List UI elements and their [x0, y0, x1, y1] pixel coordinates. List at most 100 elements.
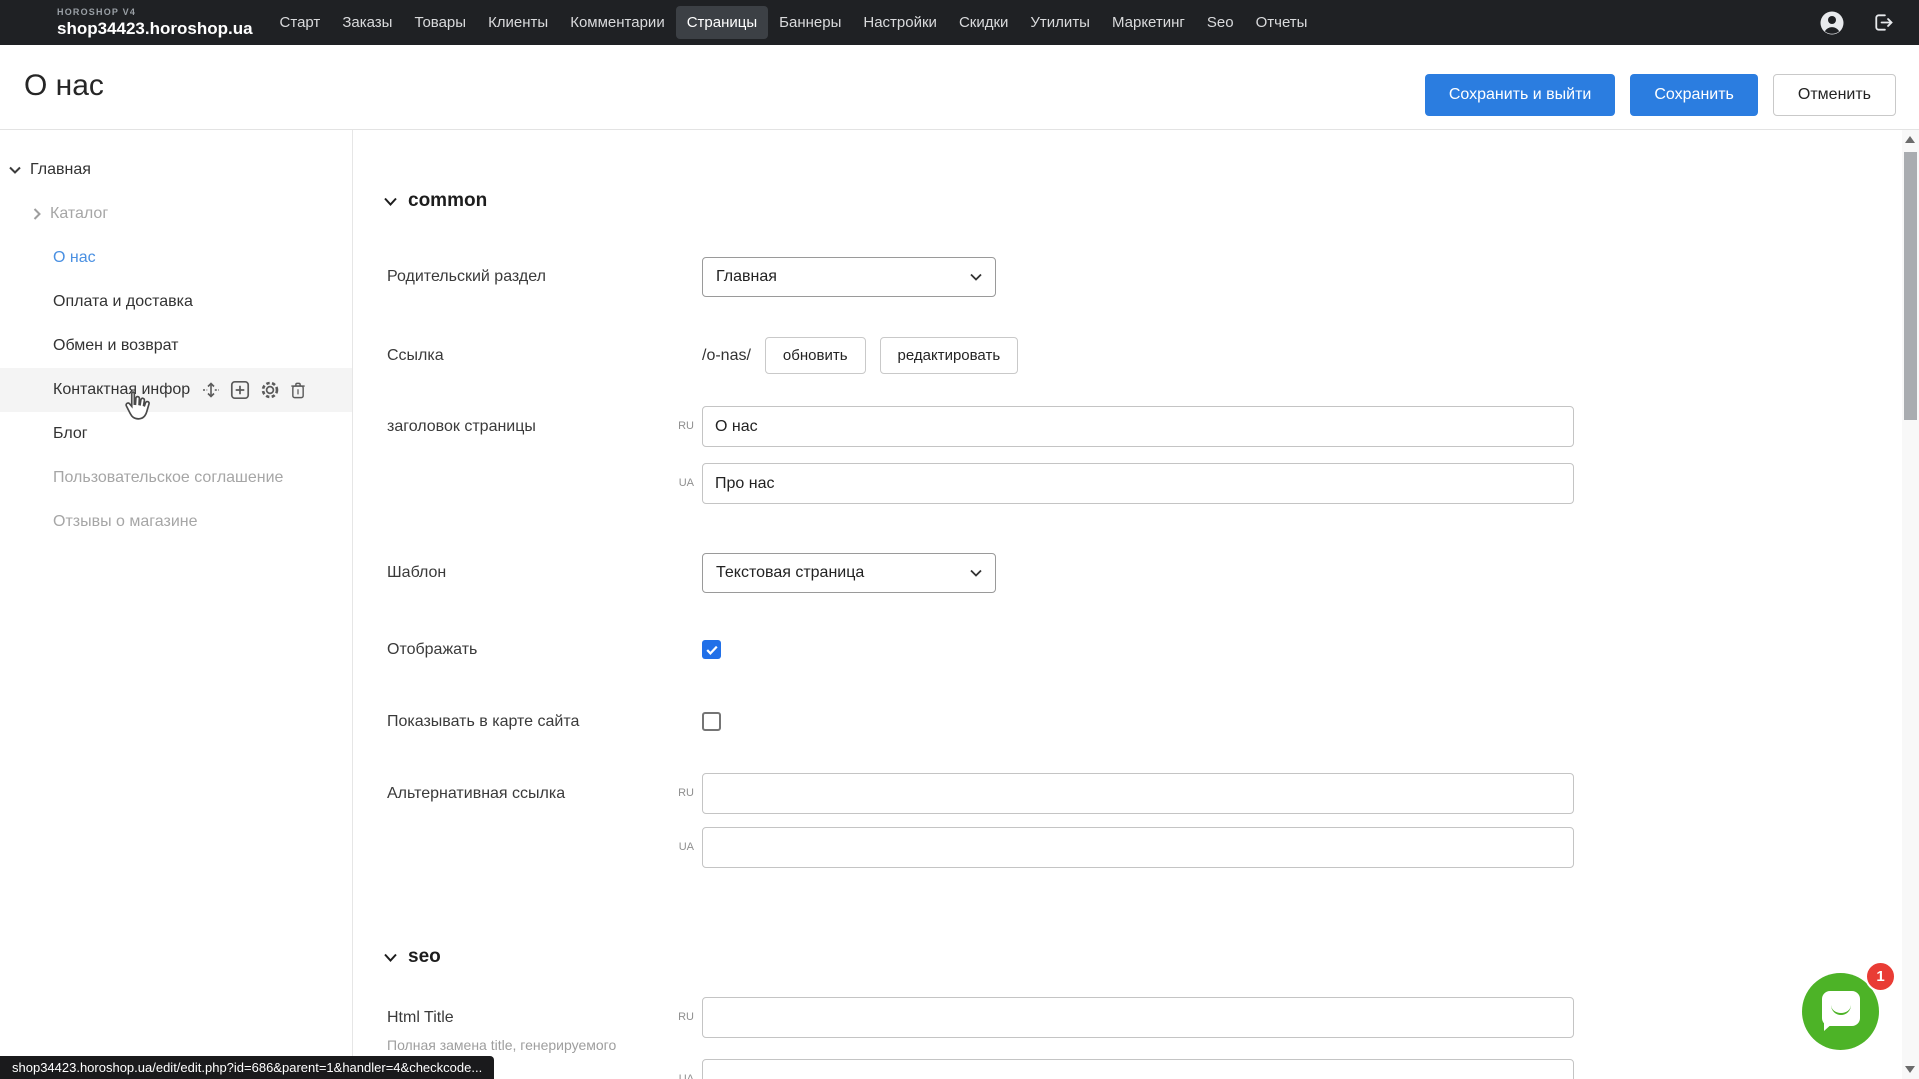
tree-item-label: Каталог [50, 205, 108, 223]
logo-version-text: HOROSHOP V4 [57, 8, 253, 17]
template-value: Текстовая страница [716, 564, 864, 582]
sitemap-label: Показывать в карте сайта [387, 707, 579, 737]
scroll-down-arrow[interactable] [1905, 1066, 1915, 1073]
nav-item-settings[interactable]: Настройки [852, 6, 948, 39]
tree-item-label: Главная [30, 161, 91, 179]
template-label: Шаблон [387, 553, 446, 593]
chat-smile-icon [1831, 1003, 1851, 1015]
chat-bubble-icon [1822, 991, 1860, 1026]
alt-link-ru-input[interactable] [702, 773, 1574, 814]
link-controls: /o-nas/ обновить редактировать [702, 337, 1018, 374]
chevron-down-icon[interactable] [9, 166, 21, 174]
link-label: Ссылка [387, 337, 444, 374]
tree-item-blog[interactable]: Блог [0, 412, 352, 456]
chevron-down-icon [970, 569, 982, 577]
status-url-tooltip: shop34423.horoshop.ua/edit/edit.php?id=6… [0, 1056, 494, 1079]
move-icon[interactable] [202, 381, 220, 399]
link-path-value: /o-nas/ [702, 347, 751, 365]
save-and-exit-button[interactable]: Сохранить и выйти [1425, 74, 1616, 116]
settings-icon[interactable] [260, 380, 280, 400]
nav-item-marketing[interactable]: Маркетинг [1101, 6, 1196, 39]
page-header: О нас Сохранить и выйти Сохранить Отмени… [0, 45, 1919, 130]
tree-item-exchange-return[interactable]: Обмен и возврат [0, 324, 352, 368]
html-title-hint: Полная замена title, генерируемого [387, 1035, 616, 1055]
scrollbar-thumb[interactable] [1904, 152, 1917, 420]
tree-item-contact-info[interactable]: Контактная инфор [0, 368, 352, 412]
tree-item-label: Оплата и доставка [53, 293, 193, 311]
site-logo[interactable]: HOROSHOP V4 shop34423.horoshop.ua [57, 8, 253, 37]
parent-section-label: Родительский раздел [387, 257, 546, 297]
tree-item-store-reviews[interactable]: Отзывы о магазине [0, 500, 352, 544]
page-edit-form: common Родительский раздел Главная Ссылк… [354, 130, 1902, 1079]
add-icon[interactable] [230, 380, 250, 400]
tree-item-hover-actions [202, 380, 306, 400]
scroll-up-arrow[interactable] [1905, 136, 1915, 143]
display-label: Отображать [387, 635, 477, 665]
alt-link-label: Альтернативная ссылка [387, 773, 565, 814]
header-buttons: Сохранить и выйти Сохранить Отменить [1425, 74, 1896, 116]
lang-badge-ua: UA [670, 827, 694, 868]
parent-section-select[interactable]: Главная [702, 257, 996, 297]
nav-item-seo[interactable]: Seo [1196, 6, 1245, 39]
tree-item-label: Блог [53, 425, 88, 443]
pages-tree-sidebar: Главная Каталог О нас Оплата и доставка … [0, 130, 353, 1079]
topbar: HOROSHOP V4 shop34423.horoshop.ua Старт … [0, 0, 1919, 45]
section-common-title: common [408, 190, 487, 212]
lang-badge-ua: UA [670, 1059, 694, 1079]
delete-icon[interactable] [290, 381, 306, 400]
tree-item-user-agreement[interactable]: Пользовательское соглашение [0, 456, 352, 500]
tree-item-payment-delivery[interactable]: Оплата и доставка [0, 280, 352, 324]
nav-item-pages[interactable]: Страницы [676, 6, 768, 39]
nav-item-clients[interactable]: Клиенты [477, 6, 559, 39]
tree-item-catalog[interactable]: Каталог [0, 192, 352, 236]
alt-link-ua-input[interactable] [702, 827, 1574, 868]
nav-item-banners[interactable]: Баннеры [768, 6, 852, 39]
nav-item-discounts[interactable]: Скидки [948, 6, 1019, 39]
tree-item-label: Отзывы о магазине [53, 513, 198, 531]
chevron-down-icon [384, 953, 397, 962]
parent-section-value: Главная [716, 268, 777, 286]
tree-item-label: Пользовательское соглашение [53, 469, 283, 487]
tree-item-label: О нас [53, 249, 96, 267]
html-title-ru-input[interactable] [702, 997, 1574, 1038]
section-seo-header[interactable]: seo [384, 946, 441, 968]
nav-item-orders[interactable]: Заказы [331, 6, 403, 39]
logout-icon[interactable] [1869, 10, 1895, 36]
pages-tree: Главная Каталог О нас Оплата и доставка … [0, 130, 352, 544]
chevron-down-icon [970, 273, 982, 281]
tree-item-label: Контактная инфор [53, 381, 190, 399]
lang-badge-ru: RU [670, 406, 694, 447]
sitemap-checkbox[interactable] [702, 712, 721, 731]
lang-badge-ru: RU [670, 773, 694, 814]
chat-unread-badge: 1 [1865, 961, 1896, 992]
cancel-button[interactable]: Отменить [1773, 74, 1896, 116]
template-select[interactable]: Текстовая страница [702, 553, 996, 593]
nav-item-products[interactable]: Товары [403, 6, 477, 39]
link-update-button[interactable]: обновить [765, 337, 866, 374]
save-button[interactable]: Сохранить [1630, 74, 1758, 116]
section-seo-title: seo [408, 946, 441, 968]
chevron-down-icon [384, 197, 397, 206]
tree-item-about-us[interactable]: О нас [0, 236, 352, 280]
display-checkbox[interactable] [702, 640, 721, 659]
page-title-ua-input[interactable] [702, 463, 1574, 504]
nav-item-utilities[interactable]: Утилиты [1019, 6, 1101, 39]
section-common-header[interactable]: common [384, 190, 487, 212]
nav-item-comments[interactable]: Комментарии [559, 6, 675, 39]
lang-badge-ua: UA [670, 463, 694, 504]
logo-domain-text: shop34423.horoshop.ua [57, 20, 253, 37]
page-title-ru-input[interactable] [702, 406, 1574, 447]
tree-item-home[interactable]: Главная [0, 148, 352, 192]
html-title-ua-input[interactable] [702, 1059, 1574, 1079]
html-title-label: Html Title [387, 997, 454, 1038]
lang-badge-ru: RU [670, 997, 694, 1038]
link-edit-button[interactable]: редактировать [880, 337, 1019, 374]
topbar-right [1819, 10, 1895, 36]
user-account-icon[interactable] [1819, 10, 1845, 36]
page-title-field-label: заголовок страницы [387, 406, 536, 447]
chevron-right-icon[interactable] [33, 208, 41, 220]
nav-item-start[interactable]: Старт [269, 6, 332, 39]
nav-item-reports[interactable]: Отчеты [1245, 6, 1319, 39]
vertical-scrollbar[interactable] [1902, 130, 1919, 1079]
check-icon [706, 645, 718, 655]
